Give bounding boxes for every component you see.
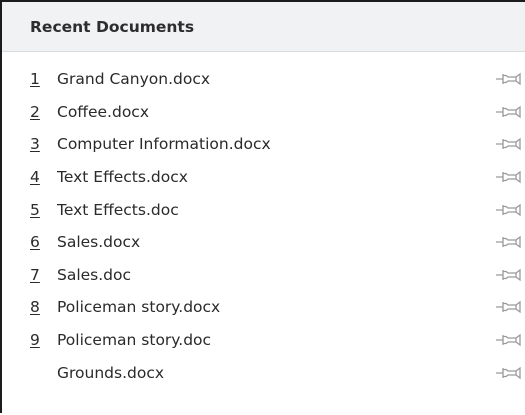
document-name[interactable]: Grounds.docx [57,364,164,382]
recent-document-item[interactable]: 3 Computer Information.docx [2,128,525,161]
document-name[interactable]: Grand Canyon.docx [57,70,210,88]
document-number: 3 [30,135,40,154]
recent-document-item[interactable]: 8 Policeman story.docx [2,291,525,324]
recent-documents-panel: Recent Documents 1 Grand Canyon.docx 2 C… [0,0,525,413]
document-number: 5 [30,200,40,219]
document-name[interactable]: Coffee.docx [57,103,149,121]
recent-document-item[interactable]: 1 Grand Canyon.docx [2,63,525,96]
document-name[interactable]: Text Effects.doc [57,201,179,219]
pin-icon[interactable] [496,104,522,120]
recent-document-item[interactable]: 4 Text Effects.docx [2,161,525,194]
document-number: 7 [30,265,40,284]
document-name[interactable]: Sales.docx [57,233,140,251]
document-number: 6 [30,233,40,252]
pin-icon[interactable] [496,169,522,185]
document-number: 9 [30,331,40,350]
document-name[interactable]: Computer Information.docx [57,135,271,153]
document-number: 1 [30,70,40,89]
pin-icon[interactable] [496,202,522,218]
document-name[interactable]: Policeman story.doc [57,331,211,349]
document-number: 4 [30,168,40,187]
pin-icon[interactable] [496,332,522,348]
recent-document-item[interactable]: 9 Policeman story.doc [2,324,525,357]
document-number: 2 [30,102,40,121]
document-name[interactable]: Text Effects.docx [57,168,188,186]
pin-icon[interactable] [496,365,522,381]
pin-icon[interactable] [496,71,522,87]
pin-icon[interactable] [496,267,522,283]
document-name[interactable]: Sales.doc [57,266,131,284]
recent-document-item[interactable]: 6 Sales.docx [2,226,525,259]
panel-title: Recent Documents [30,17,195,36]
recent-documents-list: 1 Grand Canyon.docx 2 Coffee.docx 3 Comp… [2,52,525,389]
document-number: 8 [30,298,40,317]
recent-documents-header: Recent Documents [2,2,525,52]
pin-icon[interactable] [496,299,522,315]
recent-document-item[interactable]: 2 Coffee.docx [2,96,525,129]
recent-document-item[interactable]: 5 Text Effects.doc [2,193,525,226]
recent-document-item[interactable]: 7 Sales.doc [2,259,525,292]
pin-icon[interactable] [496,136,522,152]
document-name[interactable]: Policeman story.docx [57,298,220,316]
recent-document-item[interactable]: Grounds.docx [2,356,525,389]
pin-icon[interactable] [496,234,522,250]
